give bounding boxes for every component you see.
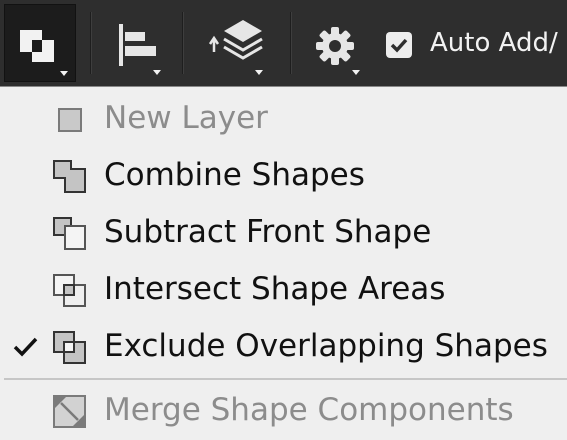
path-arrangement-button[interactable] <box>200 4 272 82</box>
menu-item-merge-shape-components[interactable]: Merge Shape Components <box>0 383 567 440</box>
menu-divider <box>4 378 567 380</box>
checkmark-icon <box>390 38 408 53</box>
toolbar-separator <box>90 12 92 74</box>
options-toolbar: Auto Add/ <box>0 0 567 86</box>
checkmark-icon <box>13 337 38 357</box>
menu-item-intersect-shape-areas[interactable]: Intersect Shape Areas <box>0 262 567 319</box>
menu-item-subtract-front-shape[interactable]: Subtract Front Shape <box>0 205 567 262</box>
menu-item-label: Subtract Front Shape <box>104 214 432 250</box>
menu-item-new-layer[interactable]: New Layer <box>0 91 567 148</box>
exclude-overlapping-shapes-icon <box>53 331 86 364</box>
toolbar-separator <box>182 12 184 74</box>
menu-item-combine-shapes[interactable]: Combine Shapes <box>0 148 567 205</box>
menu-item-label: Merge Shape Components <box>104 392 514 428</box>
intersect-shape-areas-icon <box>53 274 86 307</box>
path-operations-button[interactable] <box>4 4 76 82</box>
gear-icon <box>316 27 360 75</box>
menu-item-label: New Layer <box>104 100 268 136</box>
path-operations-menu: New Layer Combine Shapes Subtract Front … <box>0 86 567 440</box>
path-alignment-button[interactable] <box>108 4 168 82</box>
toolbar-separator <box>290 12 292 74</box>
menu-item-label: Exclude Overlapping Shapes <box>104 328 548 364</box>
auto-add-label: Auto Add/ <box>430 28 558 58</box>
align-left-icon <box>119 24 161 75</box>
menu-item-label: Intersect Shape Areas <box>104 271 446 307</box>
layers-arrange-icon <box>208 20 263 75</box>
subtract-front-shape-icon <box>53 217 86 250</box>
merge-shape-components-icon <box>53 395 86 428</box>
checkbox[interactable] <box>386 32 412 58</box>
new-layer-icon <box>58 108 82 132</box>
menu-item-exclude-overlapping-shapes[interactable]: Exclude Overlapping Shapes <box>0 319 567 376</box>
menu-item-label: Combine Shapes <box>104 157 365 193</box>
combine-shapes-icon <box>53 160 86 193</box>
path-operations-icon <box>20 30 68 76</box>
path-settings-button[interactable] <box>306 4 366 82</box>
